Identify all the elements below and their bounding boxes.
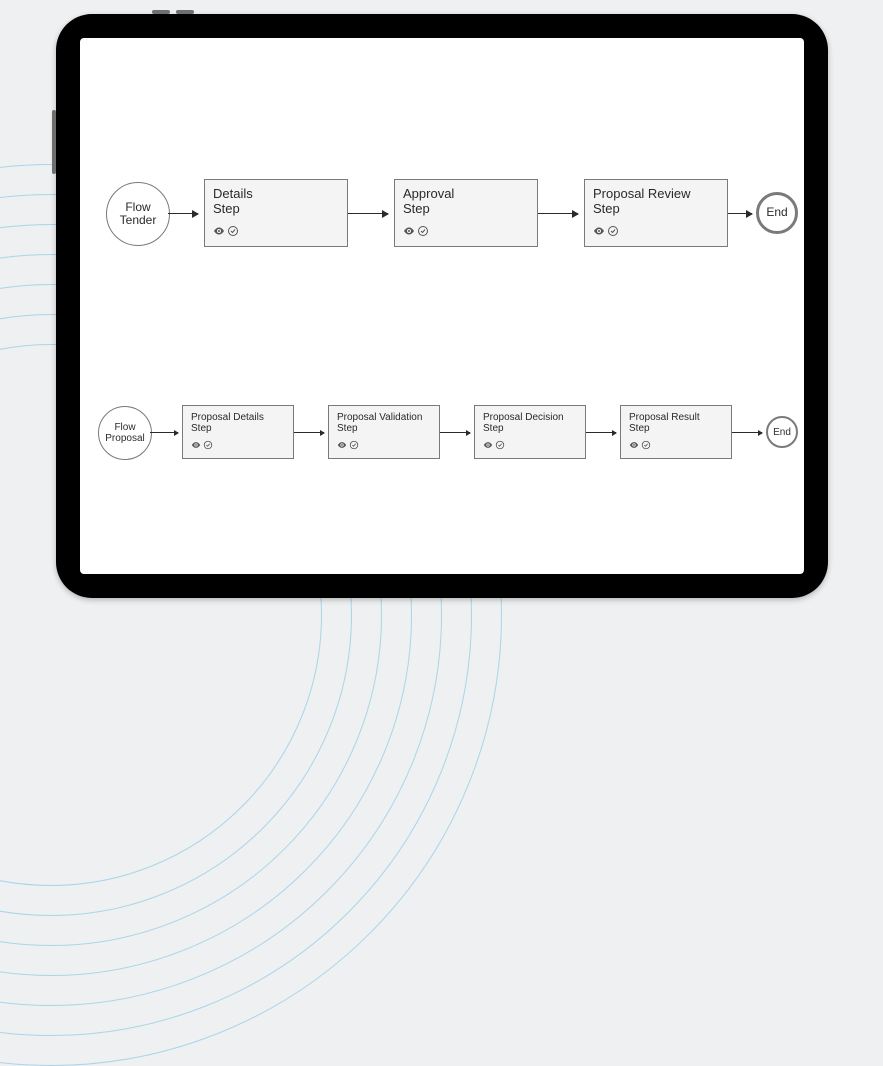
flow2-arrow-4	[732, 432, 762, 433]
step-title: Proposal Result	[629, 412, 700, 423]
eye-icon	[337, 440, 347, 453]
step-subtitle: Step	[629, 423, 723, 434]
flow2-start-node[interactable]: Flow Proposal	[98, 406, 152, 460]
step-title: Approval	[403, 186, 454, 201]
flow1-arrow-0	[168, 213, 198, 214]
eye-icon	[629, 440, 639, 453]
step-title: Details	[213, 186, 253, 201]
step-title: Proposal Review	[593, 186, 691, 201]
flow2-step-proposal-validation[interactable]: Proposal Validation Step	[328, 405, 440, 459]
flow2-end-node[interactable]: End	[766, 416, 798, 448]
flow2-step-proposal-details[interactable]: Proposal Details Step	[182, 405, 294, 459]
eye-icon	[213, 225, 225, 240]
flow2-arrow-3	[586, 432, 616, 433]
flow2-step-proposal-result[interactable]: Proposal Result Step	[620, 405, 732, 459]
check-circle-icon	[607, 225, 619, 240]
flow2-arrow-1	[294, 432, 324, 433]
flow1-end-node[interactable]: End	[756, 192, 798, 234]
check-circle-icon	[227, 225, 239, 240]
step-title: Proposal Validation	[337, 412, 422, 423]
flow2-arrow-2	[440, 432, 470, 433]
flow1-start-node[interactable]: Flow Tender	[106, 182, 170, 246]
eye-icon	[403, 225, 415, 240]
flow2-end-label: End	[773, 427, 791, 438]
tablet-button	[52, 110, 56, 174]
step-subtitle: Step	[483, 423, 577, 434]
step-subtitle: Step	[593, 201, 719, 216]
eye-icon	[191, 440, 201, 453]
step-subtitle: Step	[191, 423, 285, 434]
check-circle-icon	[203, 440, 213, 453]
check-circle-icon	[349, 440, 359, 453]
flow1-arrow-1	[348, 213, 388, 214]
flow1-step-proposal-review[interactable]: Proposal Review Step	[584, 179, 728, 247]
flow1-start-label: Flow Tender	[107, 201, 169, 227]
flow1-step-approval[interactable]: Approval Step	[394, 179, 538, 247]
step-title: Proposal Details	[191, 412, 264, 423]
check-circle-icon	[495, 440, 505, 453]
tablet-button	[176, 10, 194, 14]
check-circle-icon	[641, 440, 651, 453]
eye-icon	[593, 225, 605, 240]
tablet-screen: Flow Tender Details Step Approval Step	[80, 38, 804, 574]
tablet-button	[152, 10, 170, 14]
flow1-arrow-2	[538, 213, 578, 214]
step-subtitle: Step	[403, 201, 529, 216]
flow2-arrow-0	[150, 432, 178, 433]
step-title: Proposal Decision	[483, 412, 564, 423]
flow2-start-label: Flow Proposal	[99, 422, 151, 444]
flow2-step-proposal-decision[interactable]: Proposal Decision Step	[474, 405, 586, 459]
flow1-step-details[interactable]: Details Step	[204, 179, 348, 247]
eye-icon	[483, 440, 493, 453]
flow1-arrow-3	[728, 213, 752, 214]
flow1-end-label: End	[766, 206, 787, 219]
tablet-frame: Flow Tender Details Step Approval Step	[56, 14, 828, 598]
check-circle-icon	[417, 225, 429, 240]
step-subtitle: Step	[337, 423, 431, 434]
diagram-canvas: Flow Tender Details Step Approval Step	[80, 38, 804, 574]
step-subtitle: Step	[213, 201, 339, 216]
